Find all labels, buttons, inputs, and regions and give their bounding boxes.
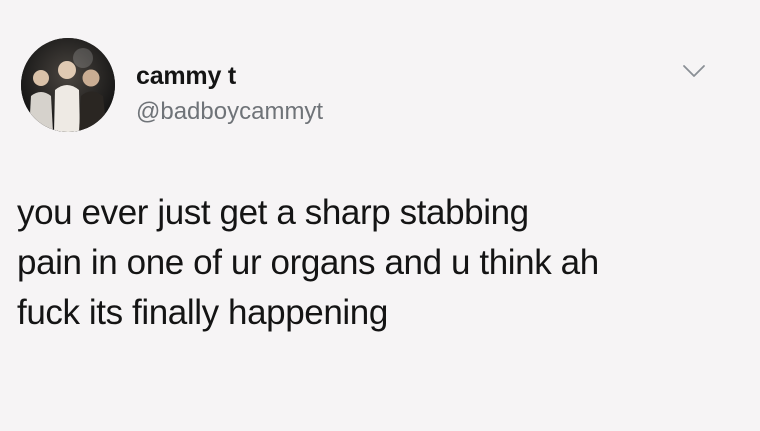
tweet-card: cammy t @badboycammyt you ever just get … — [0, 0, 760, 431]
avatar-photo — [21, 38, 115, 132]
chevron-down-icon[interactable] — [681, 62, 707, 80]
avatar[interactable] — [21, 38, 115, 132]
tweet-text: you ever just get a sharp stabbing pain … — [17, 193, 599, 332]
user-handle[interactable]: @badboycammyt — [136, 98, 323, 126]
display-name[interactable]: cammy t — [136, 62, 236, 91]
